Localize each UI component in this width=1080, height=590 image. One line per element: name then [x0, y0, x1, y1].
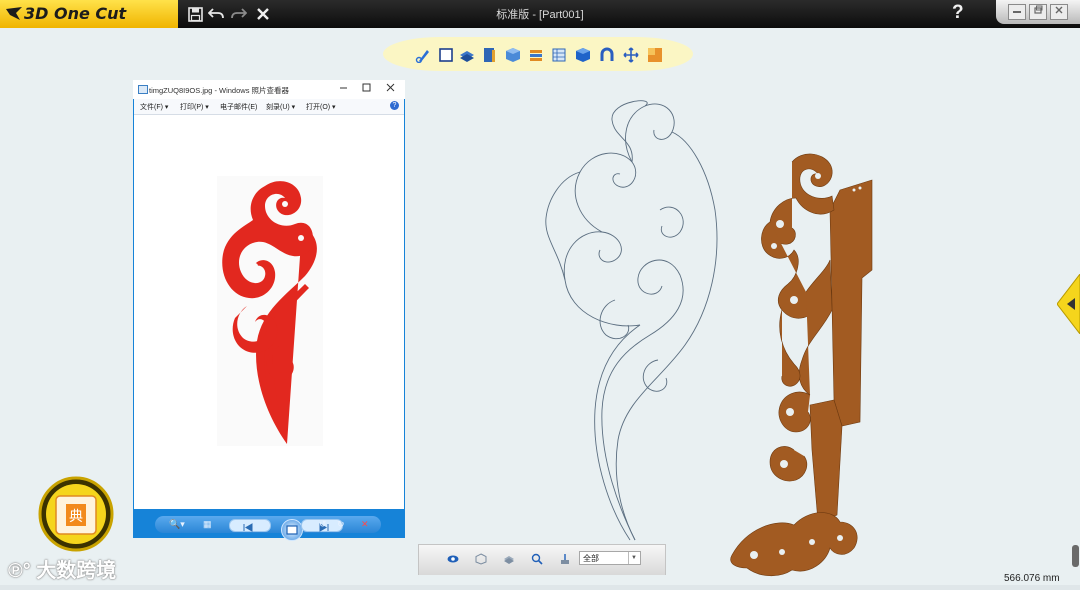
photo-viewer-title: timgZUQ8I9OS.jpg - Windows 照片查看器 — [149, 86, 290, 95]
red-cloud-pattern — [222, 181, 317, 444]
pen-icon[interactable] — [415, 47, 431, 63]
viewer-maximize-button[interactable] — [362, 83, 371, 95]
move-icon[interactable] — [623, 47, 639, 63]
maximize-icon — [362, 83, 371, 92]
grid-icon[interactable] — [551, 47, 567, 63]
filter-dropdown-value: 全部 — [583, 554, 599, 563]
close-icon — [1055, 6, 1063, 14]
view-toolbar: 全部 ▼ — [418, 544, 666, 575]
slideshow-icon — [286, 525, 298, 535]
menu-file[interactable]: 文件(F) ▾ — [140, 102, 168, 112]
help-button[interactable]: ? — [952, 2, 964, 24]
photo-viewer-canvas — [134, 115, 404, 509]
restore-icon — [1034, 5, 1043, 14]
cube-outline-icon[interactable] — [475, 553, 487, 565]
square-icon[interactable] — [438, 47, 454, 63]
stack-icon[interactable] — [528, 47, 544, 63]
viewer-help-icon[interactable]: ? — [390, 101, 399, 110]
cube-icon[interactable] — [575, 47, 591, 63]
photo-viewer-navbar: 🔍▾ ▦ ↺ ↻ ✕ — [133, 509, 405, 541]
menu-open[interactable]: 打开(O) ▾ — [306, 102, 336, 112]
menu-burn[interactable]: 刻录(U) ▾ — [266, 102, 295, 112]
material-icon[interactable] — [647, 47, 663, 63]
layers-icon[interactable] — [459, 47, 475, 63]
navigation-pill: 🔍▾ ▦ ↺ ↻ ✕ — [155, 516, 381, 541]
minimize-button[interactable] — [1008, 4, 1026, 20]
status-bar — [0, 585, 1080, 590]
menu-print[interactable]: 打印(P) ▾ — [180, 102, 209, 112]
title-bar: 3D One Cut 标准版 - [Part001] ? — [0, 0, 1080, 28]
photo-viewer-titlebar: timgZUQ8I9OS.jpg - Windows 照片查看器 — [133, 80, 405, 99]
photo-viewer-menubar: 文件(F) ▾ 打印(P) ▾ 电子邮件(E) 刻录(U) ▾ 打开(O) ▾ … — [134, 99, 404, 115]
previous-button[interactable] — [229, 519, 271, 532]
3d-model[interactable] — [722, 150, 882, 580]
viewer-close-button[interactable] — [386, 83, 395, 95]
watermark-logo-icon: ℗° — [8, 560, 31, 582]
magnet-icon[interactable] — [599, 47, 615, 63]
layers-icon[interactable] — [503, 553, 515, 565]
chevron-down-icon: ▼ — [628, 552, 639, 564]
tool-ribbon — [383, 37, 693, 71]
viewer-minimize-button[interactable] — [339, 83, 348, 95]
filter-icon[interactable] — [559, 553, 571, 565]
photo-viewer-app-icon — [138, 85, 148, 94]
window-controls — [996, 0, 1080, 24]
app-widget-icon[interactable]: 典 — [36, 476, 118, 552]
eye-icon[interactable] — [447, 553, 459, 565]
svg-text:典: 典 — [69, 509, 83, 525]
zoom-icon[interactable] — [531, 553, 543, 565]
measurement-readout: 566.076 mm — [1004, 573, 1060, 584]
actual-size-icon[interactable]: ▦ — [203, 519, 212, 530]
rotate-right-icon[interactable]: ↻ — [337, 519, 345, 530]
side-panel-handle[interactable] — [1057, 274, 1080, 334]
minimize-icon — [1013, 11, 1021, 13]
delete-icon[interactable]: ✕ — [361, 519, 369, 530]
filter-dropdown[interactable]: 全部 ▼ — [579, 551, 641, 565]
close-window-button[interactable] — [1050, 4, 1068, 20]
zoom-slider-knob[interactable] — [1072, 545, 1079, 567]
previous-icon — [243, 523, 253, 532]
zoom-icon[interactable]: 🔍▾ — [169, 519, 185, 530]
maximize-button[interactable] — [1029, 4, 1047, 20]
book-icon[interactable] — [481, 47, 497, 63]
slideshow-button[interactable] — [281, 519, 303, 541]
menu-email[interactable]: 电子邮件(E) — [220, 102, 257, 112]
rotate-left-icon[interactable]: ↺ — [319, 519, 327, 530]
window-title: 标准版 - [Part001] — [496, 9, 584, 21]
box-icon[interactable] — [505, 47, 521, 63]
photo-viewer-window[interactable]: timgZUQ8I9OS.jpg - Windows 照片查看器 文件(F) ▾… — [133, 80, 405, 541]
sketch-outline[interactable] — [540, 100, 730, 550]
close-icon — [386, 83, 395, 92]
minimize-icon — [340, 87, 347, 89]
reference-image — [217, 176, 323, 446]
watermark: ℗° 大数跨境 — [8, 560, 117, 582]
